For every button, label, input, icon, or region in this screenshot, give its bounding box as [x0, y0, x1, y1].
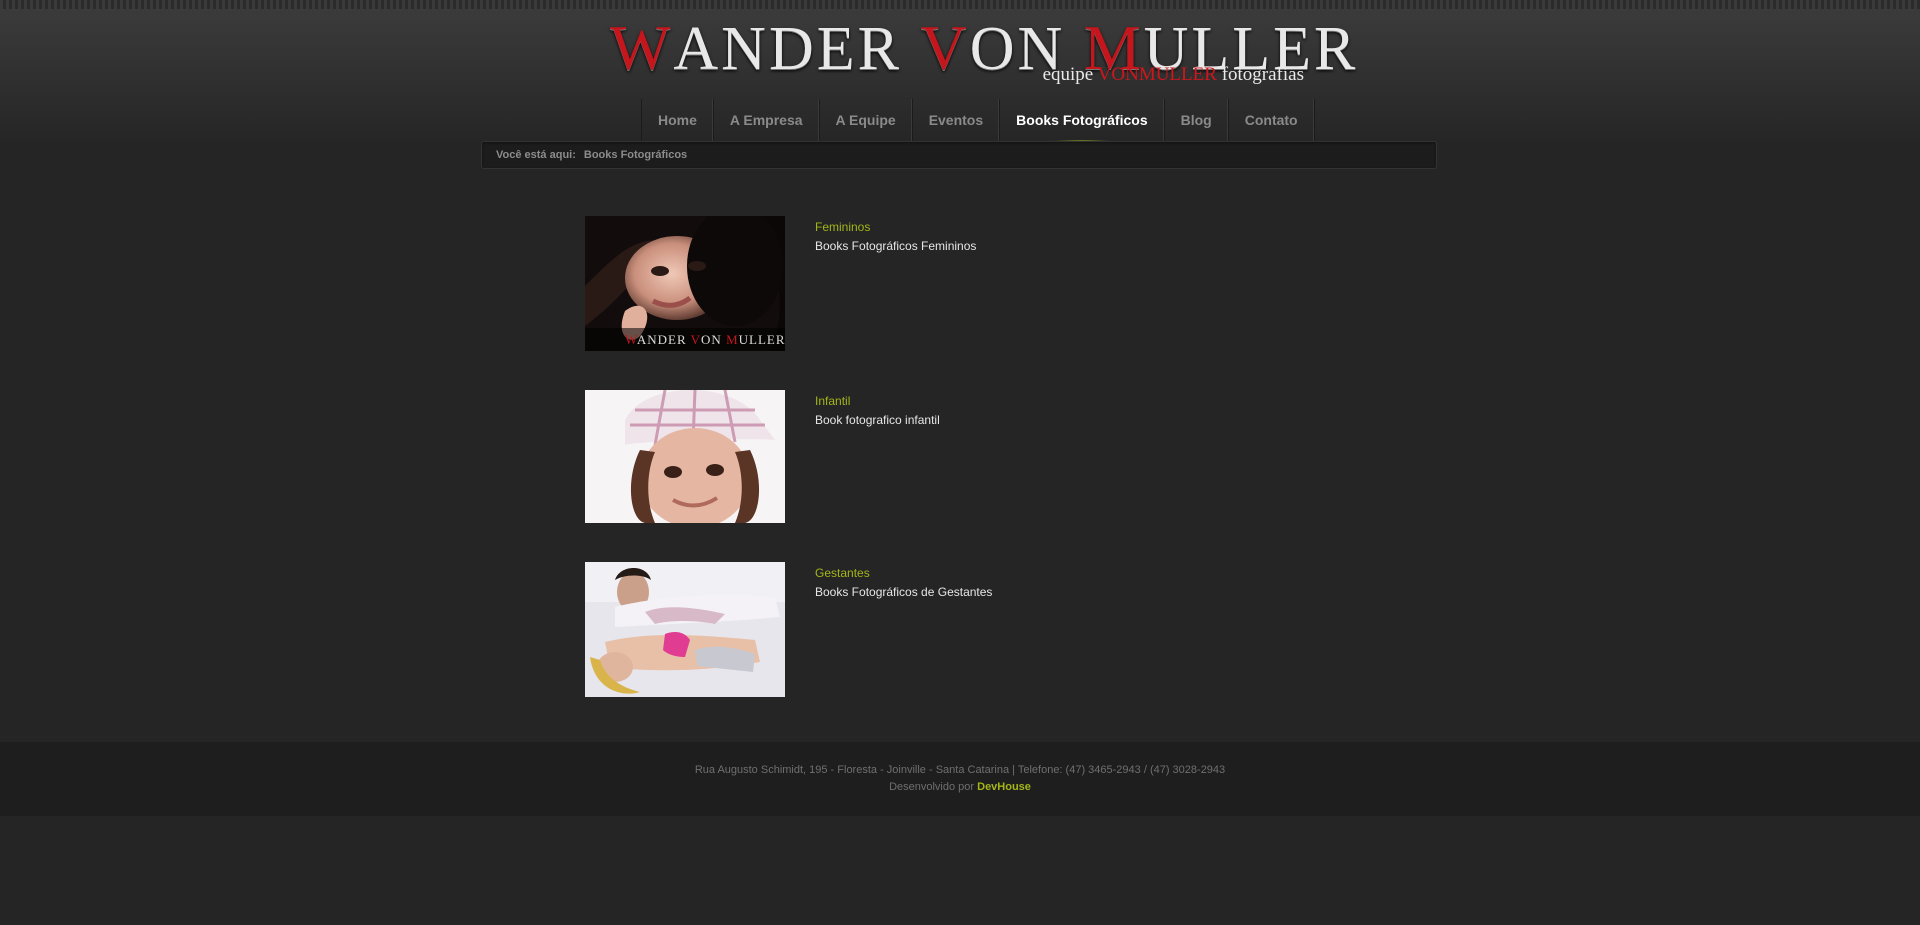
- nav-item-home[interactable]: Home: [642, 99, 714, 141]
- logo-subtitle: equipe VONMULLER fotografias: [1042, 64, 1304, 85]
- infantil-thumbnail[interactable]: [585, 390, 785, 525]
- item-desc-gestantes: Books Fotográficos de Gestantes: [815, 585, 993, 599]
- footer-dev-label: Desenvolvido por: [889, 781, 975, 793]
- footer-address: Rua Augusto Schimidt, 195 - Floresta - J…: [694, 764, 1226, 776]
- nav-item-eventos[interactable]: Eventos: [913, 99, 1001, 141]
- infantil-photo: [585, 390, 785, 525]
- item-desc-femininos: Books Fotográficos Femininos: [815, 239, 977, 253]
- breadcrumb: Você está aqui: Books Fotográficos: [481, 141, 1437, 169]
- breadcrumb-label: Você está aqui:: [496, 149, 576, 161]
- site-header: WANDER VON MULLER equipe VONMULLER fotog…: [0, 9, 1920, 142]
- top-stripe: [0, 0, 1920, 9]
- item-title-femininos[interactable]: Femininos: [815, 220, 870, 234]
- site-footer: Rua Augusto Schimidt, 195 - Floresta - J…: [0, 742, 1920, 816]
- nav-item-books-fotograficos[interactable]: Books Fotográficos: [1000, 99, 1165, 142]
- nav-item-a-equipe[interactable]: A Equipe: [820, 99, 913, 141]
- nav-item-blog[interactable]: Blog: [1165, 99, 1229, 141]
- footer-credits: Desenvolvido por DevHouse: [0, 781, 1920, 793]
- gestantes-photo: [585, 562, 785, 697]
- main-nav: Home A Empresa A Equipe Eventos Books Fo…: [641, 99, 1315, 142]
- femininos-thumbnail[interactable]: WANDER VON MULLER: [585, 216, 785, 351]
- item-desc-infantil: Book fotografico infantil: [815, 413, 940, 427]
- gestantes-thumbnail[interactable]: [585, 562, 785, 697]
- site-logo[interactable]: WANDER VON MULLER equipe VONMULLER fotog…: [610, 11, 1355, 96]
- item-title-infantil[interactable]: Infantil: [815, 394, 850, 408]
- nav-item-a-empresa[interactable]: A Empresa: [714, 99, 820, 141]
- nav-item-contato[interactable]: Contato: [1229, 99, 1315, 141]
- item-title-gestantes[interactable]: Gestantes: [815, 566, 870, 580]
- devhouse-link[interactable]: DevHouse: [977, 781, 1031, 793]
- femininos-photo: [585, 216, 785, 351]
- breadcrumb-current: Books Fotográficos: [583, 149, 688, 161]
- femininos-watermark: WANDER VON MULLER: [625, 332, 785, 347]
